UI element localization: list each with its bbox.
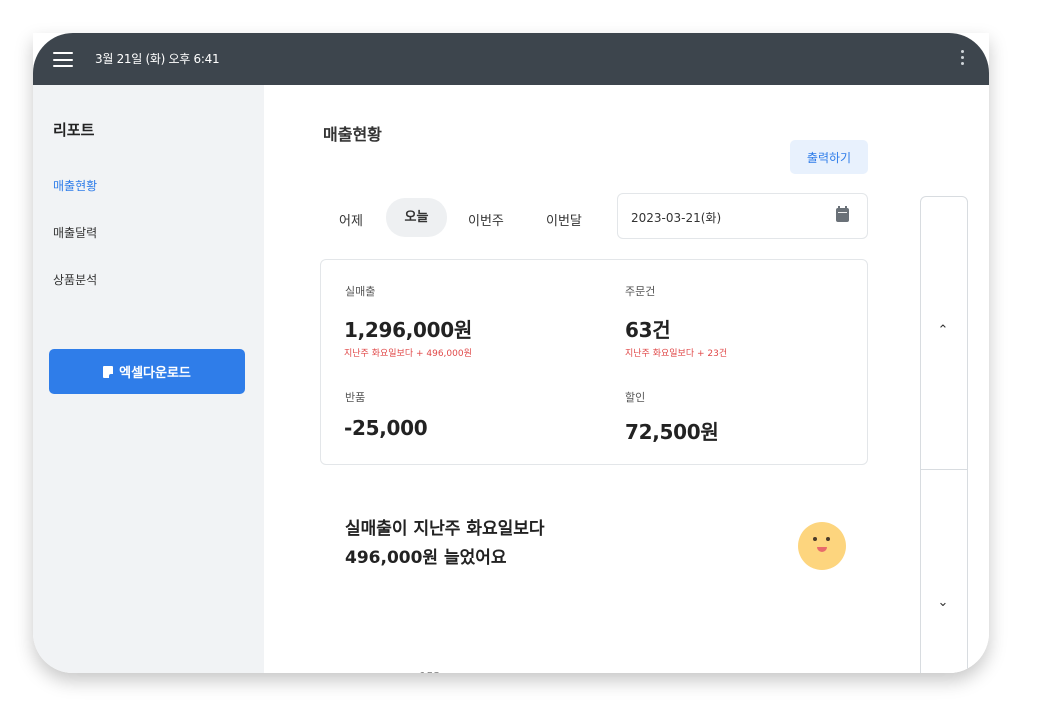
sales-bar-chart: 120152120104127129 xyxy=(334,645,854,673)
date-value: 2023-03-21(화) xyxy=(631,211,722,225)
smiley-mouth xyxy=(817,547,827,552)
summary-line-1: 실매출이 지난주 화요일보다 xyxy=(345,519,545,539)
scroll-panel: ⌃ ⌄ xyxy=(920,196,968,673)
top-bar: 3월 21일 (화) 오후 6:41 xyxy=(33,33,989,85)
device-frame: 3월 21일 (화) 오후 6:41 리포트 매출현황 매출달력 상품분석 엑셀… xyxy=(33,33,989,673)
tab-this-month[interactable]: 이번달 xyxy=(546,210,582,229)
sidebar-item-sales-calendar[interactable]: 매출달력 xyxy=(53,224,97,241)
sales-summary: 실매출이 지난주 화요일보다 496,000원 늘었어요 xyxy=(345,515,545,573)
discount-value: 72,500원 xyxy=(625,420,719,444)
tab-today[interactable]: 오늘 xyxy=(386,198,447,237)
hamburger-menu-icon[interactable] xyxy=(53,52,73,67)
sidebar-title: 리포트 xyxy=(53,121,95,139)
sidebar-item-sales-status[interactable]: 매출현황 xyxy=(53,177,97,194)
net-sales-label: 실매출 xyxy=(345,285,376,298)
page-title: 매출현황 xyxy=(323,125,382,144)
net-sales-value: 1,296,000원 xyxy=(344,318,473,342)
returns-value: -25,000 xyxy=(344,416,428,440)
orders-label: 주문건 xyxy=(625,285,656,298)
scroll-divider xyxy=(921,469,967,470)
document-icon xyxy=(103,365,114,378)
date-picker-field[interactable]: 2023-03-21(화) xyxy=(617,193,868,239)
main-content: 매출현황 출력하기 어제 오늘 이번주 이번달 2023-03-21(화) 실매… xyxy=(264,85,989,673)
chart-bar-value-label: 152 xyxy=(410,670,450,673)
calendar-icon[interactable] xyxy=(836,206,849,222)
chevron-down-icon[interactable]: ⌄ xyxy=(936,595,950,610)
orders-delta: 지난주 화요일보다 + 23건 xyxy=(625,349,728,359)
net-sales-delta: 지난주 화요일보다 + 496,000원 xyxy=(344,349,472,359)
stats-card: 실매출 1,296,000원 지난주 화요일보다 + 496,000원 주문건 … xyxy=(320,259,868,465)
tab-yesterday[interactable]: 어제 xyxy=(339,210,363,229)
sidebar: 리포트 매출현황 매출달력 상품분석 엑셀다운로드 xyxy=(33,85,264,673)
returns-label: 반품 xyxy=(345,391,366,404)
tab-this-week[interactable]: 이번주 xyxy=(468,210,504,229)
more-options-icon[interactable] xyxy=(959,50,965,68)
sidebar-item-product-analysis[interactable]: 상품분석 xyxy=(53,271,97,288)
smiley-left-eye xyxy=(813,537,817,541)
print-button[interactable]: 출력하기 xyxy=(790,140,868,174)
discount-label: 할인 xyxy=(625,391,646,404)
chevron-up-icon[interactable]: ⌃ xyxy=(936,323,950,338)
summary-line-2: 496,000원 늘었어요 xyxy=(345,548,507,568)
excel-download-label: 엑셀다운로드 xyxy=(119,366,191,381)
excel-download-button[interactable]: 엑셀다운로드 xyxy=(49,349,245,394)
orders-value: 63건 xyxy=(625,318,671,342)
smiley-right-eye xyxy=(826,537,830,541)
smiley-icon xyxy=(798,522,846,570)
current-datetime: 3월 21일 (화) 오후 6:41 xyxy=(95,52,220,66)
